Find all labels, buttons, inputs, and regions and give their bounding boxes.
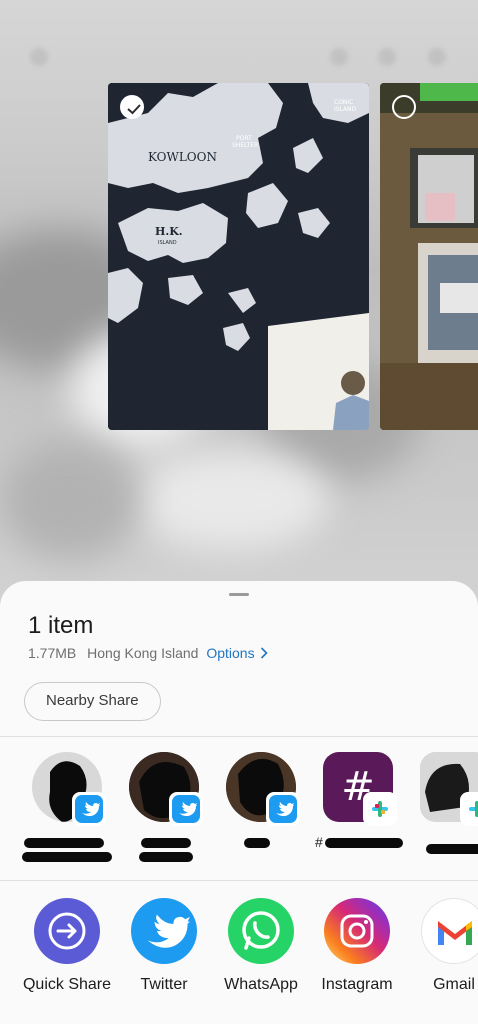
chevron-right-icon <box>261 647 269 659</box>
twitter-icon <box>131 898 197 964</box>
app-gmail[interactable]: Gmail <box>406 898 478 994</box>
options-label: Options <box>206 645 255 661</box>
twitter-badge-icon <box>72 792 106 826</box>
map-label-conic: CONIC <box>334 99 353 106</box>
thumbnail-map-photo[interactable]: KOWLOON H.K. ISLAND PORT SHELTER CONIC I… <box>108 83 369 430</box>
divider <box>0 880 478 881</box>
redacted-name <box>244 838 270 848</box>
instagram-icon <box>324 898 390 964</box>
map-label-kowloon: KOWLOON <box>148 150 217 164</box>
options-link[interactable]: Options <box>206 645 269 661</box>
street-image <box>380 83 478 430</box>
app-instagram[interactable]: Instagram <box>309 898 405 994</box>
unselected-checkbox[interactable] <box>392 95 416 119</box>
twitter-badge-icon <box>169 792 203 826</box>
redacted-name <box>325 838 403 848</box>
quick-share-icon <box>34 898 100 964</box>
gmail-icon <box>421 898 478 964</box>
slack-badge-icon <box>460 792 478 826</box>
file-size: 1.77MB <box>28 645 77 661</box>
map-label-shelter: SHELTER <box>232 142 258 149</box>
location-text: Hong Kong Island <box>87 645 199 661</box>
app-label: Twitter <box>140 976 188 993</box>
direct-share-contact[interactable] <box>226 752 300 862</box>
map-image: KOWLOON H.K. ISLAND PORT SHELTER CONIC I… <box>108 83 369 430</box>
sheet-drag-handle[interactable] <box>229 593 249 596</box>
direct-share-contact[interactable] <box>129 752 203 862</box>
app-twitter[interactable]: Twitter <box>116 898 212 994</box>
app-whatsapp[interactable]: WhatsApp <box>213 898 309 994</box>
map-label-hk: H.K. <box>155 225 183 238</box>
redacted-name <box>24 838 104 848</box>
check-icon <box>127 104 141 115</box>
slack-badge-icon <box>363 792 397 826</box>
share-item-count: 1 item <box>28 612 94 639</box>
redacted-name <box>426 844 478 854</box>
direct-share-contact[interactable] <box>22 752 112 862</box>
back-icon <box>30 48 48 66</box>
toolbar-icon <box>428 48 446 66</box>
blurred-toolbar <box>0 48 478 72</box>
map-label-port: PORT <box>236 135 252 142</box>
toolbar-icon <box>330 48 348 66</box>
direct-share-contact[interactable]: # # <box>315 752 403 862</box>
redacted-name <box>139 852 193 862</box>
contact-label-prefix: # <box>315 834 323 850</box>
app-label: WhatsApp <box>224 976 298 993</box>
redacted-name <box>22 852 112 862</box>
nearby-share-button[interactable]: Nearby Share <box>24 682 161 721</box>
map-label-conic-island: ISLAND <box>334 106 357 113</box>
toolbar-icon <box>378 48 396 66</box>
redacted-name <box>141 838 191 848</box>
twitter-badge-icon <box>266 792 300 826</box>
divider <box>0 736 478 737</box>
selected-checkbox[interactable] <box>120 95 144 119</box>
app-label: Instagram <box>321 976 393 993</box>
whatsapp-icon <box>228 898 294 964</box>
app-label: Gmail <box>433 976 475 993</box>
share-meta: 1.77MB Hong Kong Island Options <box>28 645 269 661</box>
thumbnail-street-photo[interactable] <box>380 83 478 430</box>
app-quick-share[interactable]: Quick Share <box>19 898 115 994</box>
map-label-island: ISLAND <box>158 240 177 246</box>
app-label: Quick Share <box>22 976 112 993</box>
direct-share-contact[interactable] <box>420 752 478 862</box>
